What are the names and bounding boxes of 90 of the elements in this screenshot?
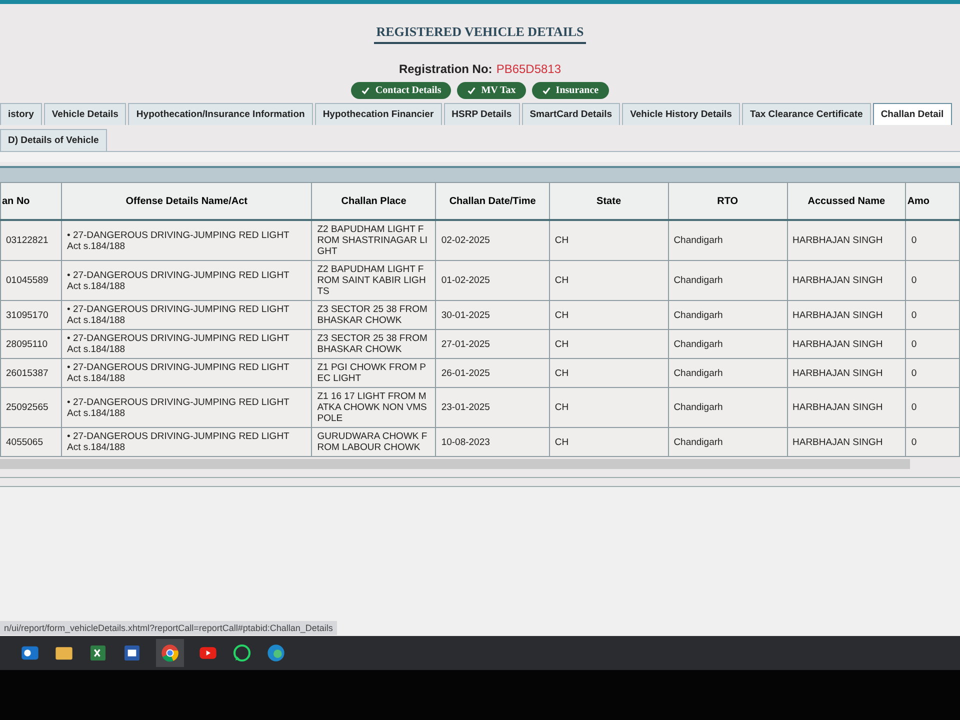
table-cell: Chandigarh bbox=[668, 358, 787, 388]
table-cell: 03122821 bbox=[0, 220, 62, 260]
table-cell: HARBHAJAN SINGH bbox=[787, 300, 906, 330]
table-cell: 4055065 bbox=[0, 428, 62, 456]
tab[interactable]: Vehicle Details bbox=[44, 103, 126, 125]
page-title: REGISTERED VEHICLE DETAILS bbox=[374, 24, 586, 44]
table-cell: GURUDWARA CHOWK FROM LABOUR CHOWK bbox=[312, 428, 436, 456]
tab[interactable]: SmartCard Details bbox=[522, 103, 620, 125]
table-cell: • 27-DANGEROUS DRIVING-JUMPING RED LIGHT Act s.184/188 bbox=[61, 388, 312, 428]
table-cell: CH bbox=[549, 330, 668, 358]
table-cell: Z2 BAPUDHAM LIGHT FROM SHASTRINAGAR LIGHT bbox=[312, 220, 436, 260]
table-cell: 30-01-2025 bbox=[436, 300, 550, 330]
table-cell: HARBHAJAN SINGH bbox=[787, 428, 906, 456]
table-cell: Z3 SECTOR 25 38 FROM BHASKAR CHOWK bbox=[312, 330, 436, 358]
column-header: Accussed Name bbox=[787, 182, 906, 220]
table-cell: 01045589 bbox=[0, 260, 62, 300]
column-header: Challan Date/Time bbox=[436, 182, 550, 220]
column-header: Challan Place bbox=[312, 182, 436, 220]
spreadsheet-icon[interactable] bbox=[88, 643, 108, 663]
table-cell: Chandigarh bbox=[668, 220, 787, 260]
column-header: Amo bbox=[906, 182, 960, 220]
table-cell: 0 bbox=[906, 358, 960, 388]
table-cell: • 27-DANGEROUS DRIVING-JUMPING RED LIGHT Act s.184/188 bbox=[61, 260, 312, 300]
column-header: RTO bbox=[668, 182, 787, 220]
check-icon bbox=[542, 86, 551, 95]
table-cell: HARBHAJAN SINGH bbox=[787, 388, 906, 428]
tab[interactable]: Vehicle History Details bbox=[622, 103, 740, 125]
check-icon bbox=[361, 86, 370, 95]
table-cell: 0 bbox=[906, 300, 960, 330]
table-cell: CH bbox=[549, 220, 668, 260]
status-button[interactable]: MV Tax bbox=[457, 82, 526, 99]
tab[interactable]: istory bbox=[0, 103, 42, 125]
column-header: Offense Details Name/Act bbox=[61, 182, 312, 220]
table-cell: 0 bbox=[906, 388, 960, 428]
tab[interactable]: D) Details of Vehicle bbox=[0, 129, 107, 151]
status-button[interactable]: Insurance bbox=[532, 82, 609, 99]
browser-icon[interactable] bbox=[156, 639, 184, 667]
table-cell: • 27-DANGEROUS DRIVING-JUMPING RED LIGHT Act s.184/188 bbox=[61, 300, 312, 330]
chat-icon[interactable] bbox=[232, 643, 252, 663]
status-button[interactable]: Contact Details bbox=[351, 82, 452, 99]
table-cell: 10-08-2023 bbox=[436, 428, 550, 456]
table-cell: Chandigarh bbox=[668, 330, 787, 358]
table-cell: CH bbox=[549, 358, 668, 388]
table-cell: 31095170 bbox=[0, 300, 62, 330]
table-cell: CH bbox=[549, 260, 668, 300]
table-cell: 26015387 bbox=[0, 358, 62, 388]
table-cell: 23-01-2025 bbox=[436, 388, 550, 428]
column-header: an No bbox=[0, 182, 62, 220]
tab[interactable]: Challan Detail bbox=[872, 103, 952, 125]
horizontal-scrollbar[interactable] bbox=[0, 459, 910, 469]
table-cell: 27-01-2025 bbox=[436, 330, 550, 358]
table-cell: 0 bbox=[906, 260, 960, 300]
table-cell: CH bbox=[549, 388, 668, 428]
table-cell: 0 bbox=[906, 220, 960, 260]
globe-icon[interactable] bbox=[266, 643, 286, 663]
table-cell: HARBHAJAN SINGH bbox=[787, 220, 906, 260]
table-cell: HARBHAJAN SINGH bbox=[787, 260, 906, 300]
document-icon[interactable] bbox=[122, 643, 142, 663]
table-cell: 25092565 bbox=[0, 388, 62, 428]
tab[interactable]: HSRP Details bbox=[444, 103, 520, 125]
table-cell: Chandigarh bbox=[668, 388, 787, 428]
table-cell: 0 bbox=[906, 330, 960, 358]
table-cell: 01-02-2025 bbox=[436, 260, 550, 300]
table-cell: • 27-DANGEROUS DRIVING-JUMPING RED LIGHT Act s.184/188 bbox=[61, 358, 312, 388]
table-cell: Chandigarh bbox=[668, 428, 787, 456]
tab[interactable]: Hypothecation/Insurance Information bbox=[128, 103, 313, 125]
table-cell: Z2 BAPUDHAM LIGHT FROM SAINT KABIR LIGHTS bbox=[312, 260, 436, 300]
table-cell: Chandigarh bbox=[668, 300, 787, 330]
check-icon bbox=[467, 86, 476, 95]
column-header: State bbox=[549, 182, 668, 220]
registration-label: Registration No: bbox=[398, 62, 492, 76]
table-cell: HARBHAJAN SINGH bbox=[787, 358, 906, 388]
table-cell: CH bbox=[549, 300, 668, 330]
table-cell: • 27-DANGEROUS DRIVING-JUMPING RED LIGHT Act s.184/188 bbox=[61, 428, 312, 456]
table-cell: 28095110 bbox=[0, 330, 62, 358]
table-cell: 26-01-2025 bbox=[436, 358, 550, 388]
tab[interactable]: Tax Clearance Certificate bbox=[742, 103, 871, 125]
status-url: n/ui/report/form_vehicleDetails.xhtml?reportCall=reportCall#ptabid:Challan_Details bbox=[0, 621, 337, 635]
table-cell: • 27-DANGEROUS DRIVING-JUMPING RED LIGHT Act s.184/188 bbox=[61, 220, 312, 260]
table-cell: Z3 SECTOR 25 38 FROM BHASKAR CHOWK bbox=[312, 300, 436, 330]
table-cell: Z1 16 17 LIGHT FROM MATKA CHOWK NON VMS POLE bbox=[312, 388, 436, 428]
table-cell: 02-02-2025 bbox=[436, 220, 550, 260]
table-cell: CH bbox=[549, 428, 668, 456]
table-cell: • 27-DANGEROUS DRIVING-JUMPING RED LIGHT Act s.184/188 bbox=[61, 330, 312, 358]
tab[interactable]: Hypothecation Financier bbox=[314, 103, 442, 125]
table-cell: HARBHAJAN SINGH bbox=[787, 330, 906, 358]
table-cell: Z1 PGI CHOWK FROM PEC LIGHT bbox=[312, 358, 436, 388]
table-cell: 0 bbox=[906, 428, 960, 456]
table-cell: Chandigarh bbox=[668, 260, 787, 300]
registration-number: PB65D5813 bbox=[496, 62, 562, 76]
